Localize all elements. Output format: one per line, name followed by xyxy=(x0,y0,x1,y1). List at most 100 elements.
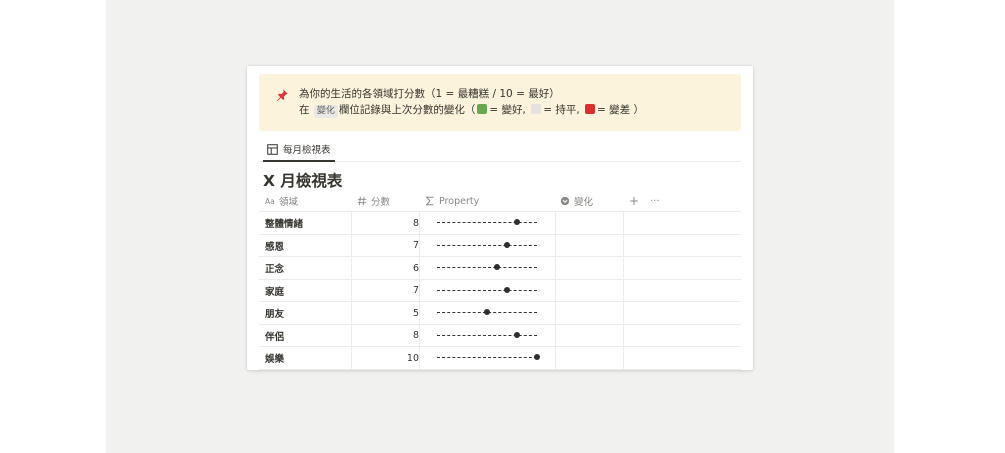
formula-sigma-icon xyxy=(425,196,434,206)
callout-text: 在 xyxy=(299,104,310,116)
tab-label: 每月檢視表 xyxy=(283,145,331,156)
column-divider xyxy=(555,212,556,234)
callout-line-2: 在 變化 欄位記錄與上次分數的變化（ = 變好, = 持平, = 變差 ） xyxy=(299,102,729,118)
column-divider xyxy=(351,234,352,256)
pushpin-icon xyxy=(276,89,288,102)
view-tabs: 每月檢視表 xyxy=(259,138,741,162)
score-marker xyxy=(504,286,510,293)
score-cell[interactable]: 5 xyxy=(363,302,419,324)
area-cell[interactable]: 家庭 xyxy=(265,280,284,302)
table-row[interactable]: 感恩 7 xyxy=(259,234,741,257)
column-header-area[interactable]: Aa 領域 xyxy=(265,190,298,212)
score-progress-bar xyxy=(437,241,537,248)
callout-text: 欄位記錄與上次分數的變化（ xyxy=(338,104,476,116)
column-label: 領域 xyxy=(279,197,299,208)
notion-page-card: 為你的生活的各領域打分數（1 = 最糟糕 / 10 = 最好） 在 變化 欄位記錄… xyxy=(247,66,753,370)
column-label: 變化 xyxy=(574,197,594,208)
instructions-callout: 為你的生活的各領域打分數（1 = 最糟糕 / 10 = 最好） 在 變化 欄位記錄… xyxy=(259,74,741,131)
area-cell[interactable]: 伴侶 xyxy=(265,325,284,347)
score-progress-bar xyxy=(437,219,537,225)
score-marker xyxy=(494,264,500,270)
tab-monthly-review[interactable]: 每月檢視表 xyxy=(263,138,335,162)
score-cell[interactable]: 8 xyxy=(363,325,419,347)
score-progress-bar xyxy=(437,264,537,270)
column-divider xyxy=(351,279,352,301)
red-swatch xyxy=(585,104,596,114)
table-row[interactable]: 正念 6 xyxy=(259,257,741,280)
column-divider xyxy=(351,324,352,346)
number-property-icon xyxy=(357,196,367,206)
table-row[interactable]: 娛樂 10 xyxy=(259,347,741,370)
table-row[interactable]: 朋友 5 xyxy=(259,302,741,325)
column-divider xyxy=(555,324,556,346)
score-marker xyxy=(504,241,510,248)
column-divider xyxy=(623,347,624,369)
column-divider xyxy=(419,347,420,369)
column-divider xyxy=(351,257,352,279)
change-tag: 變化 xyxy=(313,105,338,118)
score-marker xyxy=(534,354,540,360)
column-divider xyxy=(623,324,624,346)
score-cell[interactable]: 8 xyxy=(363,212,419,234)
flat-label: = 持平, xyxy=(543,104,580,116)
status-select-icon xyxy=(560,196,570,206)
text-property-icon: Aa xyxy=(265,197,275,206)
good-label: = 變好, xyxy=(489,104,526,116)
database-table: Aa 領域 分數 Property 變化 + ··· 整體情緒 8 感恩 7 正… xyxy=(259,190,741,370)
column-divider xyxy=(351,347,352,369)
area-cell[interactable]: 娛樂 xyxy=(265,347,284,369)
column-divider xyxy=(351,302,352,324)
callout-line-1: 為你的生活的各領域打分數（1 = 最糟糕 / 10 = 最好） xyxy=(299,88,560,100)
score-marker xyxy=(514,331,520,338)
column-divider xyxy=(419,212,420,234)
column-divider xyxy=(419,279,420,301)
column-divider xyxy=(555,347,556,369)
column-divider xyxy=(623,279,624,301)
column-divider xyxy=(623,302,624,324)
column-header-property[interactable]: Property xyxy=(425,190,479,212)
score-cell[interactable]: 7 xyxy=(363,280,419,302)
score-progress-bar xyxy=(437,331,537,338)
add-property-button[interactable]: + xyxy=(629,190,639,212)
more-options-button[interactable]: ··· xyxy=(650,190,660,212)
table-row[interactable]: 家庭 7 xyxy=(259,279,741,302)
area-cell[interactable]: 朋友 xyxy=(265,302,284,324)
table-row[interactable]: 整體情緒 8 xyxy=(259,212,741,235)
column-divider xyxy=(555,257,556,279)
gray-swatch xyxy=(531,104,542,114)
column-divider xyxy=(419,302,420,324)
column-divider xyxy=(555,302,556,324)
score-cell[interactable]: 6 xyxy=(363,257,419,279)
score-marker xyxy=(514,219,520,225)
area-cell[interactable]: 感恩 xyxy=(265,235,284,257)
column-divider xyxy=(555,234,556,256)
green-swatch xyxy=(477,104,488,114)
svg-text:Aa: Aa xyxy=(265,197,275,206)
table-icon xyxy=(267,143,278,155)
column-label: 分數 xyxy=(371,197,391,208)
table-body: 整體情緒 8 感恩 7 正念 6 家庭 7 朋友 5 伴侶 8 娛樂 10 xyxy=(259,212,741,370)
column-divider xyxy=(623,257,624,279)
table-header: Aa 領域 分數 Property 變化 + ··· xyxy=(259,190,741,212)
score-cell[interactable]: 7 xyxy=(363,235,419,257)
bad-label: = 變差 ） xyxy=(597,104,644,116)
column-header-change[interactable]: 變化 xyxy=(560,190,593,212)
score-progress-bar xyxy=(437,286,537,293)
column-divider xyxy=(623,212,624,234)
score-progress-bar xyxy=(437,309,537,315)
score-progress-bar xyxy=(437,354,540,360)
score-cell[interactable]: 10 xyxy=(363,347,419,369)
column-divider xyxy=(419,257,420,279)
column-divider xyxy=(419,324,420,346)
database-title[interactable]: X 月檢視表 xyxy=(263,169,342,191)
area-cell[interactable]: 整體情緒 xyxy=(265,212,303,234)
column-divider xyxy=(623,234,624,256)
score-marker xyxy=(484,309,490,315)
column-divider xyxy=(555,279,556,301)
column-divider xyxy=(419,234,420,256)
column-divider xyxy=(351,212,352,234)
column-header-score[interactable]: 分數 xyxy=(357,190,390,212)
table-row[interactable]: 伴侶 8 xyxy=(259,324,741,347)
column-label: Property xyxy=(439,195,480,207)
area-cell[interactable]: 正念 xyxy=(265,257,284,279)
